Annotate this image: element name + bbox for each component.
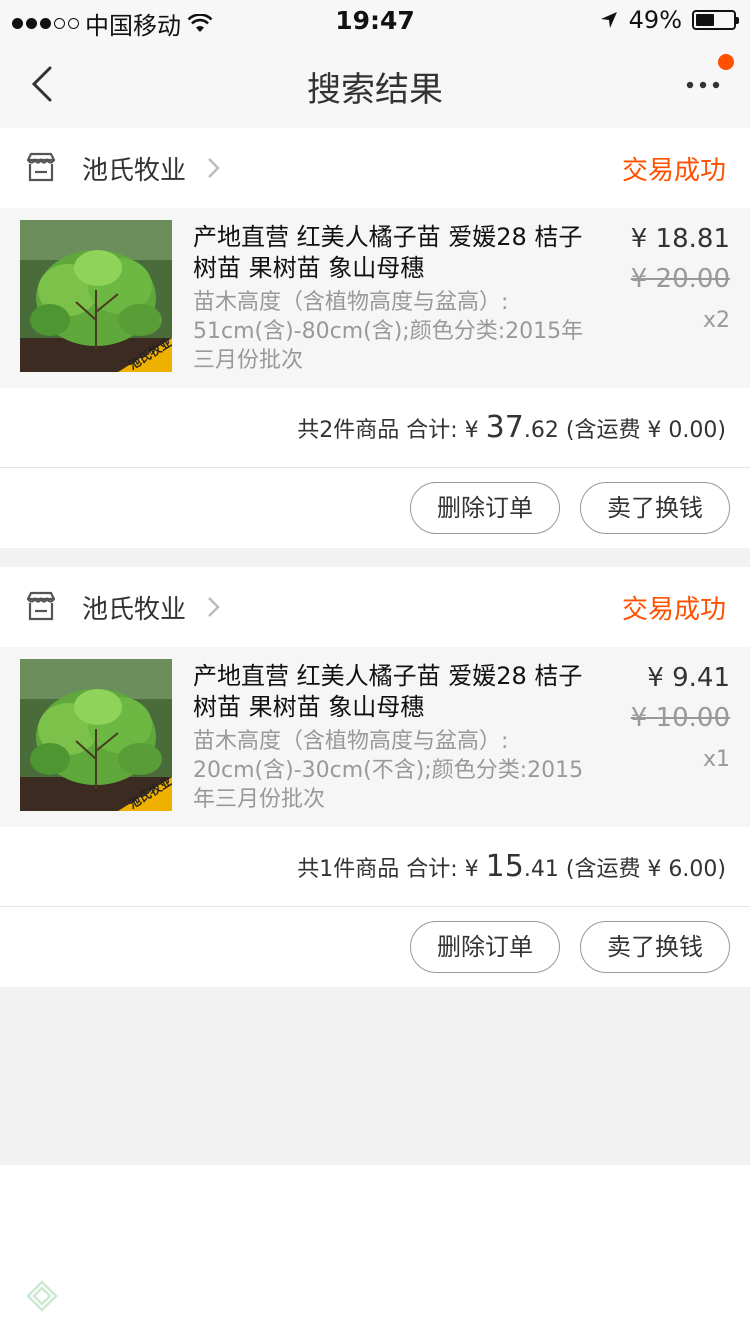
product-image[interactable]: 池氏牧业 [20, 220, 172, 372]
summary-shipping: (含运费 ¥ 6.00) [565, 857, 726, 882]
summary-count: 共2件商品 合计: ¥ [297, 418, 479, 443]
summary-text: 共2件商品 合计: ¥ 37.62 (含运费 ¥ 0.00) [297, 410, 726, 445]
shop-row[interactable]: 池氏牧业 交易成功 [0, 128, 750, 208]
order-status: 交易成功 [621, 595, 726, 625]
summary-total-dec: .41 [523, 857, 559, 882]
summary-shipping: (含运费 ¥ 0.00) [565, 418, 726, 443]
order-card: 池氏牧业 交易成功 池氏牧业 产地直营 红美人橘子苗 爱媛28 桔子树苗 果树苗… [0, 128, 750, 548]
original-price: ¥ 10.00 [630, 703, 730, 733]
order-item[interactable]: 池氏牧业 产地直营 红美人橘子苗 爱媛28 桔子树苗 果树苗 象山母穗 苗木高度… [0, 647, 750, 827]
shop-name[interactable]: 池氏牧业 [82, 589, 186, 626]
empty-area [0, 987, 750, 1165]
shop-row[interactable]: 池氏牧业 交易成功 [0, 567, 750, 647]
status-right: 49% [599, 6, 739, 34]
sell-button[interactable]: 卖了换钱 [580, 482, 730, 534]
store-icon [26, 152, 56, 182]
order-status: 交易成功 [621, 156, 726, 186]
more-icon[interactable] [684, 68, 724, 98]
summary-total-dec: .62 [523, 418, 559, 443]
product-spec: 苗木高度（含植物高度与盆高）: 51cm(含)-80cm(含);颜色分类:201… [193, 290, 584, 373]
app-logo-icon [26, 1280, 58, 1312]
delete-order-button[interactable]: 删除订单 [410, 921, 560, 973]
order-summary: 共2件商品 合计: ¥ 37.62 (含运费 ¥ 0.00) [0, 388, 750, 468]
page-title: 搜索结果 [307, 70, 443, 110]
summary-total-int: 15 [485, 849, 524, 884]
navigation-bar: 搜索结果 [0, 40, 750, 128]
battery-fill [696, 14, 714, 26]
location-arrow-icon [600, 12, 617, 28]
order-item[interactable]: 池氏牧业 产地直营 红美人橘子苗 爱媛28 桔子树苗 果树苗 象山母穗 苗木高度… [0, 208, 750, 388]
product-title[interactable]: 产地直营 红美人橘子苗 爱媛28 桔子树苗 果树苗 象山母穗 [193, 661, 593, 723]
summary-total-int: 37 [485, 410, 524, 445]
product-price: ¥ 9.41 [647, 663, 730, 693]
order-actions: 删除订单 卖了换钱 [0, 907, 750, 987]
store-icon [26, 591, 56, 621]
status-bar: 中国移动 19:47 49% [0, 0, 750, 40]
notification-dot [718, 54, 734, 70]
product-quantity: x1 [702, 747, 730, 772]
order-summary: 共1件商品 合计: ¥ 15.41 (含运费 ¥ 6.00) [0, 827, 750, 907]
chevron-right-icon [208, 597, 220, 617]
summary-count: 共1件商品 合计: ¥ [297, 857, 479, 882]
chevron-right-icon [208, 158, 220, 178]
delete-order-button[interactable]: 删除订单 [410, 482, 560, 534]
original-price: ¥ 20.00 [630, 264, 730, 294]
battery-percent: 49% [628, 6, 682, 34]
product-spec: 苗木高度（含植物高度与盆高）: 20cm(含)-30cm(不含);颜色分类:20… [193, 729, 584, 812]
sell-button[interactable]: 卖了换钱 [580, 921, 730, 973]
product-price: ¥ 18.81 [630, 224, 730, 254]
product-image[interactable]: 池氏牧业 [20, 659, 172, 811]
product-quantity: x2 [702, 308, 730, 333]
product-title[interactable]: 产地直营 红美人橘子苗 爱媛28 桔子树苗 果树苗 象山母穗 [193, 222, 593, 284]
order-card: 池氏牧业 交易成功 池氏牧业 产地直营 红美人橘子苗 爱媛28 桔子树苗 果树苗… [0, 567, 750, 987]
battery-icon [692, 10, 739, 30]
card-divider [0, 548, 750, 567]
order-actions: 删除订单 卖了换钱 [0, 468, 750, 548]
summary-text: 共1件商品 合计: ¥ 15.41 (含运费 ¥ 6.00) [297, 849, 726, 884]
shop-name[interactable]: 池氏牧业 [82, 150, 186, 187]
